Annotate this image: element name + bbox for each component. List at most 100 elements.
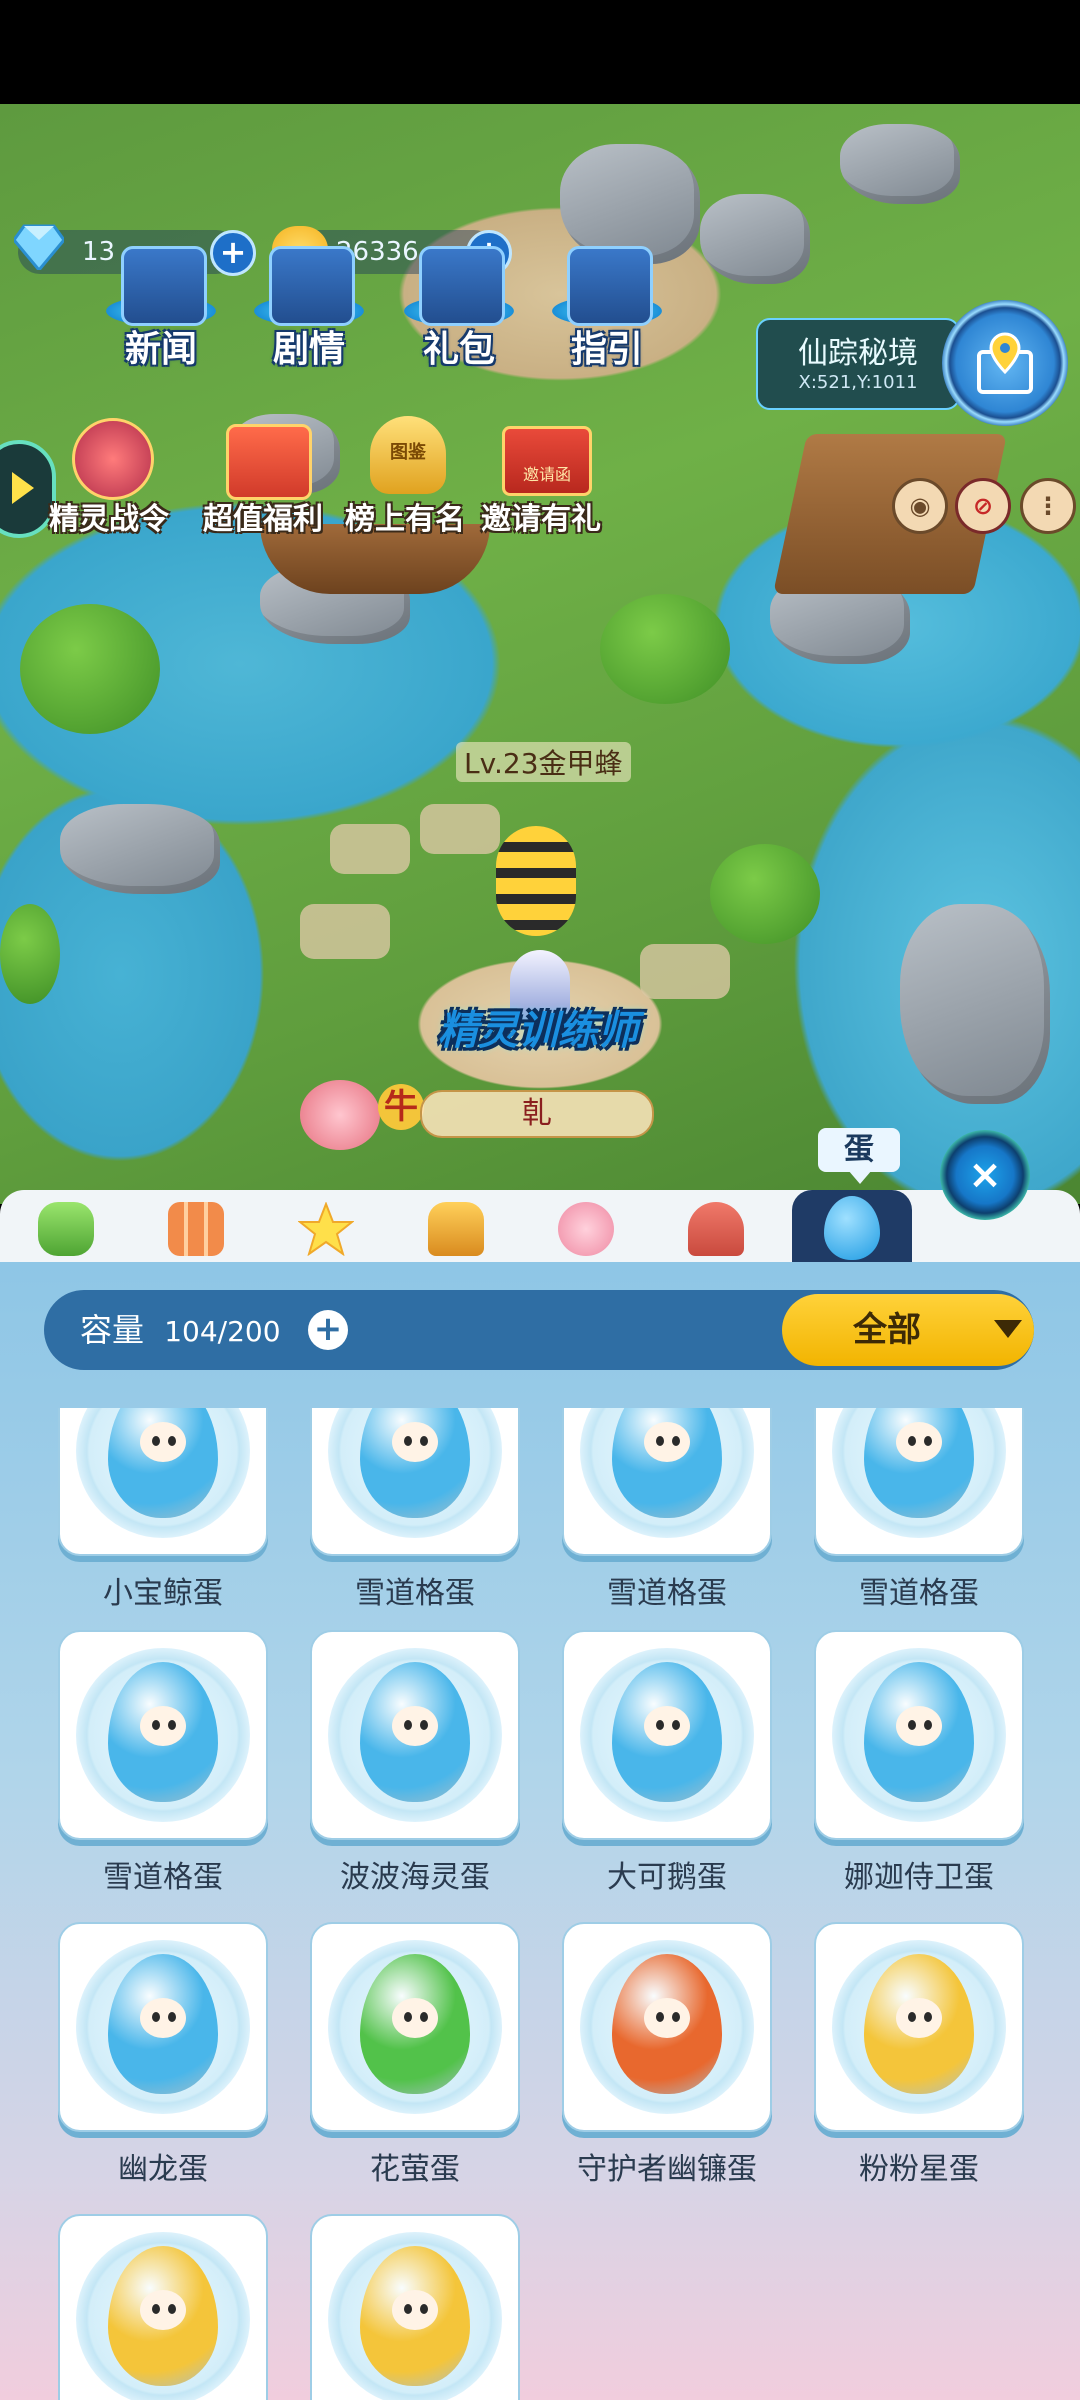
- trophy-text: 图鉴: [390, 442, 426, 463]
- egg-item[interactable]: 波波海灵蛋: [310, 1630, 520, 1895]
- egg-item[interactable]: [310, 2214, 520, 2400]
- pet-face: [644, 1422, 690, 1462]
- location-panel: 仙踪秘境 X:521,Y:1011: [756, 318, 960, 410]
- welfare-button[interactable]: 超值福利: [188, 410, 338, 540]
- tab-battery[interactable]: [6, 1190, 126, 1262]
- tab-rocking-horse[interactable]: [656, 1190, 776, 1262]
- egg-item[interactable]: 幽龙蛋: [58, 1922, 268, 2187]
- menu-toggle-button[interactable]: ⋮: [1020, 478, 1076, 534]
- egg-item[interactable]: 守护者幽镰蛋: [562, 1922, 772, 2187]
- pet-face: [140, 1998, 186, 2038]
- egg-item[interactable]: 小宝鲸蛋: [58, 1408, 268, 1611]
- ranking-button[interactable]: 图鉴 榜上有名: [330, 410, 480, 540]
- world-map-button[interactable]: [942, 300, 1068, 426]
- blocks-icon: [168, 1202, 224, 1256]
- egg-card: [58, 2214, 268, 2400]
- pet-face: [896, 1998, 942, 2038]
- tab-costume[interactable]: [526, 1190, 646, 1262]
- mute-button[interactable]: ⊘: [955, 478, 1011, 534]
- capacity-title: 容量: [80, 1311, 145, 1349]
- pet-eye: [152, 1720, 160, 1730]
- egg-item[interactable]: 娜迦侍卫蛋: [814, 1630, 1024, 1895]
- bag-tab-bar: [0, 1190, 1080, 1262]
- close-panel-button[interactable]: ×: [940, 1130, 1030, 1220]
- egg-item[interactable]: 粉粉星蛋: [814, 1922, 1024, 2187]
- location-coords: X:521,Y:1011: [798, 372, 918, 393]
- player-name: 乹: [522, 1096, 552, 1131]
- egg-item[interactable]: 大可鹅蛋: [562, 1630, 772, 1895]
- egg-card: [814, 1408, 1024, 1556]
- guide-button[interactable]: 指引: [542, 246, 672, 370]
- battle-pass-button[interactable]: 精灵战令: [34, 410, 184, 540]
- story-button[interactable]: 剧情: [244, 246, 374, 370]
- battle-pass-label: 精灵战令: [49, 502, 169, 537]
- egg-card: [310, 1408, 520, 1556]
- pet-eye: [672, 2012, 680, 2022]
- egg-item[interactable]: 雪道格蛋: [58, 1630, 268, 1895]
- pet-face: [392, 1998, 438, 2038]
- tip-pointer: [848, 1170, 872, 1184]
- pet-eye: [672, 1436, 680, 1446]
- pet-eye: [404, 1436, 412, 1446]
- gem-icon: [14, 224, 64, 270]
- status-bar: [0, 0, 1080, 104]
- pet-face: [140, 2290, 186, 2330]
- invite-button[interactable]: 邀请函 邀请有礼: [466, 410, 616, 540]
- egg-item[interactable]: 花萤蛋: [310, 1922, 520, 2187]
- pet-eye: [420, 2012, 428, 2022]
- chevron-down-icon: [994, 1320, 1022, 1338]
- gift-pack-button[interactable]: 礼包: [394, 246, 524, 370]
- expand-capacity-button[interactable]: +: [308, 1310, 348, 1350]
- gift-pack-label: 礼包: [422, 329, 495, 370]
- welfare-label: 超值福利: [203, 502, 323, 537]
- tab-eggs[interactable]: [792, 1190, 912, 1262]
- path-tile: [300, 904, 390, 959]
- map-rock: [840, 124, 960, 204]
- close-icon: ×: [968, 1152, 1002, 1198]
- pet-face: [392, 2290, 438, 2330]
- egg-card: [814, 1630, 1024, 1840]
- tab-star[interactable]: [266, 1190, 386, 1262]
- egg-name: 粉粉星蛋: [859, 2152, 979, 2187]
- invite-label: 邀请有礼: [481, 502, 601, 537]
- rocking-horse-icon: [688, 1202, 744, 1256]
- news-button[interactable]: 新闻: [96, 246, 226, 370]
- location-name: 仙踪秘境: [798, 336, 918, 371]
- map-bush: [600, 594, 730, 704]
- pet-eye: [656, 1436, 664, 1446]
- invite-card-text: 邀请函: [522, 465, 571, 484]
- pet-eye: [168, 1720, 176, 1730]
- pet-eye: [404, 2012, 412, 2022]
- egg-card: [58, 1408, 268, 1556]
- pet-eye: [672, 1720, 680, 1730]
- costume-icon: [558, 1202, 614, 1256]
- egg-icon: [108, 1408, 218, 1518]
- voice-button[interactable]: ◉: [892, 478, 948, 534]
- filter-selected: 全部: [853, 1310, 921, 1350]
- egg-icon: [864, 1408, 974, 1518]
- star-icon: [298, 1202, 354, 1256]
- battery-icon: [38, 1202, 94, 1256]
- tab-blocks[interactable]: [136, 1190, 256, 1262]
- map-bush: [20, 604, 160, 734]
- golden-bee-pet[interactable]: [496, 826, 576, 936]
- story-icon: [269, 246, 355, 326]
- pet-eye: [404, 2304, 412, 2314]
- egg-icon: [824, 1196, 880, 1260]
- capacity-value: 104/200: [164, 1315, 281, 1348]
- egg-item[interactable]: 雪道格蛋: [814, 1408, 1024, 1611]
- pet-eye: [924, 1720, 932, 1730]
- pet-eye: [404, 1720, 412, 1730]
- pet-eye: [152, 1436, 160, 1446]
- pet-eye: [168, 2012, 176, 2022]
- egg-item[interactable]: [58, 2214, 268, 2400]
- egg-item[interactable]: 雪道格蛋: [310, 1408, 520, 1611]
- player-name-bar: 乹: [420, 1090, 654, 1138]
- pet-face: [392, 1422, 438, 1462]
- filter-dropdown[interactable]: 全部: [782, 1294, 1034, 1366]
- egg-item[interactable]: 雪道格蛋: [562, 1408, 772, 1611]
- companion-pet[interactable]: [300, 1080, 380, 1150]
- pet-face: [896, 1422, 942, 1462]
- collapse-icon: ⋮: [1036, 492, 1060, 520]
- tab-badge[interactable]: [396, 1190, 516, 1262]
